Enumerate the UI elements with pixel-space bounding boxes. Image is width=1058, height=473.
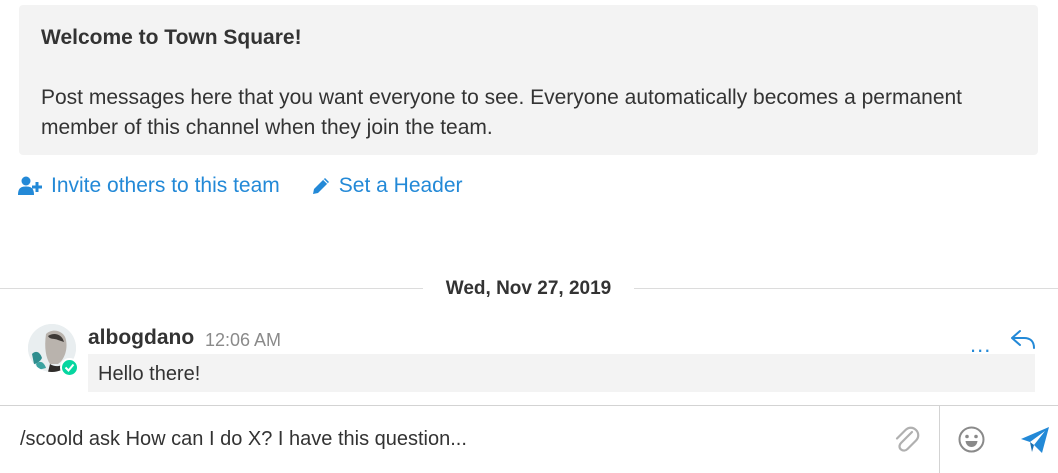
date-separator: Wed, Nov 27, 2019	[0, 274, 1058, 304]
post: albogdano 12:06 AM ... Hello there!	[0, 320, 1058, 400]
intro-title: Welcome to Town Square!	[41, 26, 302, 49]
post-message: Hello there!	[88, 354, 1035, 392]
set-header-label: Set a Header	[338, 174, 463, 197]
pencil-icon	[312, 178, 329, 194]
reply-icon[interactable]	[1010, 328, 1036, 355]
intro-actions: Invite others to this team Set a Header	[18, 170, 495, 202]
check-icon	[64, 363, 75, 372]
invite-others-label: Invite others to this team	[51, 174, 280, 197]
set-header-button[interactable]: Set a Header	[312, 174, 463, 198]
message-input[interactable]	[0, 406, 940, 472]
intro-text: Post messages here that you want everyon…	[41, 86, 963, 139]
send-icon[interactable]	[1020, 426, 1050, 459]
separator-line-left	[0, 288, 423, 289]
paperclip-icon[interactable]	[892, 424, 920, 459]
composer-divider	[939, 406, 940, 473]
post-username[interactable]: albogdano	[88, 326, 194, 350]
channel-intro: Welcome to Town Square! Post messages he…	[19, 5, 1038, 155]
invite-others-button[interactable]: Invite others to this team	[18, 174, 280, 198]
add-user-icon	[18, 176, 42, 195]
post-timestamp[interactable]: 12:06 AM	[205, 330, 281, 351]
separator-line-right	[634, 288, 1058, 289]
online-status-badge	[60, 358, 79, 377]
date-label: Wed, Nov 27, 2019	[445, 278, 612, 299]
message-composer	[0, 405, 1058, 473]
emoji-icon[interactable]	[958, 426, 985, 458]
